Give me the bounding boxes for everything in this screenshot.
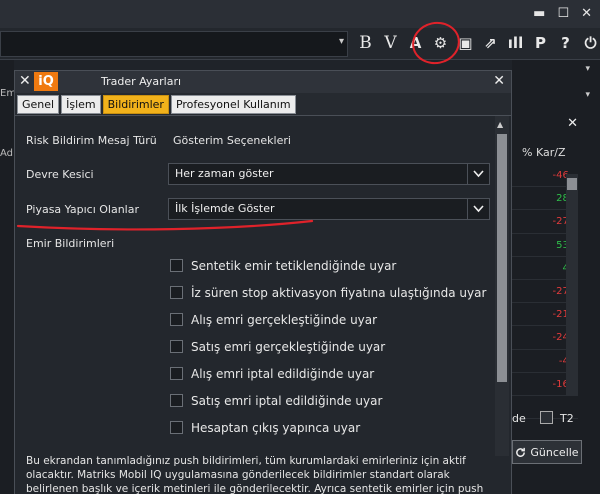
symbol-combo[interactable]: ▾: [0, 31, 348, 57]
market-maker-select[interactable]: İlk İşlemde Göster: [168, 198, 490, 220]
t2-option: de T2: [512, 408, 600, 430]
close-icon[interactable]: ✕: [493, 73, 505, 89]
order-notification-checks: Sentetik emir tetiklendiğinde uyar İz sür…: [170, 252, 486, 441]
order-check-item[interactable]: Sentetik emir tetiklendiğinde uyar: [170, 252, 486, 279]
partial-label: de: [512, 412, 526, 425]
order-check-item[interactable]: Hesaptan çıkış yapınca uyar: [170, 414, 486, 441]
t2-checkbox[interactable]: [540, 411, 553, 424]
scroll-up-icon[interactable]: ▲: [497, 120, 503, 129]
app-titlebar: ▬ ☐ ✕: [0, 0, 600, 28]
tab-profesyonel-kullan-m[interactable]: Profesyonel Kullanım: [170, 95, 296, 114]
partial-label-ad: Ad: [0, 148, 14, 159]
power-icon[interactable]: ⏻: [581, 32, 600, 54]
checkbox[interactable]: [170, 421, 183, 434]
font-a-icon[interactable]: A: [406, 32, 425, 54]
italic-v-icon[interactable]: V: [381, 32, 400, 54]
toolbar-icons: B V A ⚙ ▣ ⇗ ıll P? ⏻: [356, 32, 600, 54]
scroll-thumb[interactable]: [567, 178, 577, 190]
app-toolbar: ▾ B V A ⚙ ▣ ⇗ ıll P? ⏻: [0, 28, 600, 60]
order-check-item[interactable]: Satış emri iptal edildiğinde uyar: [170, 387, 486, 414]
circuit-breaker-select[interactable]: Her zaman göster: [168, 163, 490, 185]
update-button-label: Güncelle: [530, 445, 579, 459]
chevron-down-icon[interactable]: ▾: [585, 90, 590, 100]
order-check-item[interactable]: İz süren stop aktivasyon fiyatına ulaştı…: [170, 279, 486, 306]
checkbox-label: Hesaptan çıkış yapınca uyar: [191, 420, 361, 435]
gear-icon[interactable]: ⚙: [431, 32, 450, 54]
dialog-titlebar: ✕ iQ Trader Ayarları ✕: [15, 71, 511, 93]
checkbox[interactable]: [170, 286, 183, 299]
checkbox-label: Alış emri iptal edildiğinde uyar: [191, 366, 375, 381]
market-maker-label: Piyasa Yapıcı Olanlar: [26, 203, 139, 216]
circuit-breaker-value: Her zaman göster: [175, 167, 274, 180]
window-controls: ▬ ☐ ✕: [533, 6, 592, 21]
save-icon[interactable]: ▣: [456, 32, 475, 54]
push-notification-footnote: Bu ekrandan tanımladığınız push bildirim…: [26, 455, 484, 494]
t2-label: T2: [560, 412, 574, 425]
order-check-item[interactable]: Alış emri iptal edildiğinde uyar: [170, 360, 486, 387]
close-icon[interactable]: ✕: [567, 116, 578, 131]
checkbox-label: Alış emri gerçekleştiğinde uyar: [191, 312, 378, 327]
p-icon[interactable]: P: [531, 32, 550, 54]
checkbox[interactable]: [170, 367, 183, 380]
chart-bars-icon[interactable]: ıll: [506, 32, 525, 54]
circuit-breaker-label: Devre Kesici: [26, 168, 94, 181]
order-notifications-heading: Emir Bildirimleri: [26, 237, 115, 250]
notifications-tab-content: ▲ Risk Bildirim Mesaj Türü Gösterim Seçe…: [15, 115, 511, 494]
chevron-down-icon[interactable]: [467, 199, 489, 219]
checkbox-label: Satış emri iptal edildiğinde uyar: [191, 393, 383, 408]
tab-i-lem[interactable]: İşlem: [61, 95, 101, 114]
close-icon[interactable]: ✕: [19, 73, 31, 89]
screen: ▬ ☐ ✕ ▾ B V A ⚙ ▣ ⇗ ıll P? ⏻ Em Ad ▾ ▾ ✕ % Kar/Z…: [0, 0, 600, 494]
iq-logo: iQ: [34, 72, 58, 91]
refresh-icon: [516, 447, 526, 457]
checkbox-label: Sentetik emir tetiklendiğinde uyar: [191, 258, 397, 273]
checkbox[interactable]: [170, 394, 183, 407]
market-maker-value: İlk İşlemde Göster: [175, 202, 275, 215]
bold-b-icon[interactable]: B: [356, 32, 375, 54]
settings-tabs: Genel İşlem Bildirimler Profesyonel Kullanı…: [17, 95, 296, 115]
order-check-item[interactable]: Satış emri gerçekleştiğinde uyar: [170, 333, 486, 360]
risk-message-type-value: Gösterim Seçenekleri: [173, 134, 291, 147]
checkbox[interactable]: [170, 340, 183, 353]
tab-bildirimler[interactable]: Bildirimler: [102, 95, 169, 114]
help-icon[interactable]: ?: [556, 32, 575, 54]
chevron-down-icon[interactable]: ▾: [585, 64, 590, 74]
share-icon[interactable]: ⇗: [481, 32, 500, 54]
trader-settings-dialog: ✕ iQ Trader Ayarları ✕ Genel İşlem Bildiri…: [14, 70, 512, 494]
dialog-scrollbar[interactable]: ▲: [495, 116, 509, 456]
checkbox-label: Satış emri gerçekleştiğinde uyar: [191, 339, 386, 354]
order-check-item[interactable]: Alış emri gerçekleştiğinde uyar: [170, 306, 486, 333]
close-icon[interactable]: ✕: [581, 6, 592, 21]
chevron-down-icon[interactable]: [467, 164, 489, 184]
checkbox-label: İz süren stop aktivasyon fiyatına ulaştı…: [191, 285, 487, 300]
chevron-down-icon[interactable]: ▾: [339, 36, 344, 47]
left-background-panel: Em Ad: [0, 60, 16, 494]
tab-genel[interactable]: Genel: [17, 95, 60, 114]
maximize-icon[interactable]: ☐: [557, 6, 569, 21]
checkbox[interactable]: [170, 259, 183, 272]
checkbox[interactable]: [170, 313, 183, 326]
dialog-title: Trader Ayarları: [101, 75, 182, 88]
column-header-profit: % Kar/Z: [522, 146, 566, 159]
panel-scrollbar[interactable]: [566, 174, 578, 396]
minimize-icon[interactable]: ▬: [533, 6, 545, 21]
update-button[interactable]: Güncelle: [512, 440, 582, 464]
scroll-thumb[interactable]: [497, 134, 507, 382]
risk-message-type-label: Risk Bildirim Mesaj Türü: [26, 134, 157, 147]
